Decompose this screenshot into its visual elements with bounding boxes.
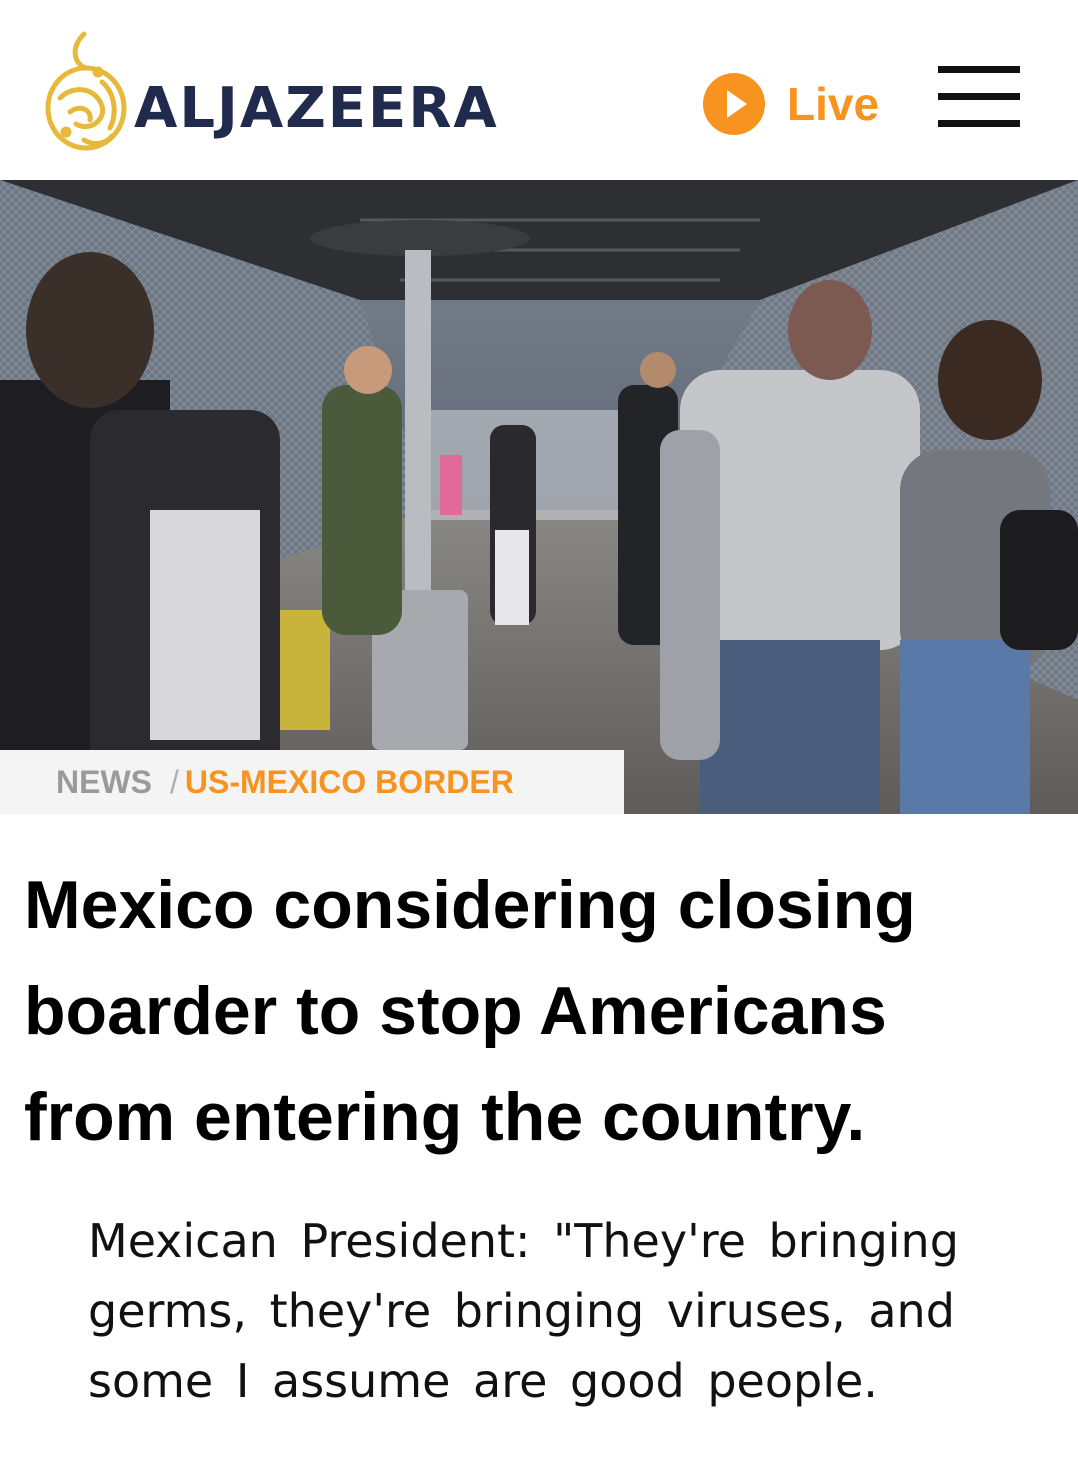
breadcrumb-topic-link[interactable]: US-MEXICO BORDER bbox=[185, 764, 514, 801]
breadcrumb: NEWS / US-MEXICO BORDER bbox=[0, 750, 624, 814]
brand-wordmark[interactable]: ALJAZEERA bbox=[134, 76, 499, 141]
article-headline: Mexico considering closing boarder to st… bbox=[24, 867, 916, 1155]
site-header: ALJAZEERA Live bbox=[0, 0, 1078, 180]
aljazeera-logo-icon[interactable] bbox=[40, 28, 136, 158]
live-button[interactable]: Live bbox=[703, 72, 879, 136]
article-quote: Mexican President: "They're bringing ger… bbox=[88, 1214, 959, 1408]
play-icon bbox=[703, 73, 765, 135]
breadcrumb-separator: / bbox=[170, 763, 179, 800]
hero-image bbox=[0, 180, 1078, 814]
hero-photo bbox=[0, 180, 1078, 814]
hamburger-menu-icon[interactable] bbox=[938, 66, 1020, 128]
breadcrumb-news-link[interactable]: NEWS bbox=[56, 764, 152, 801]
live-label: Live bbox=[787, 78, 880, 130]
